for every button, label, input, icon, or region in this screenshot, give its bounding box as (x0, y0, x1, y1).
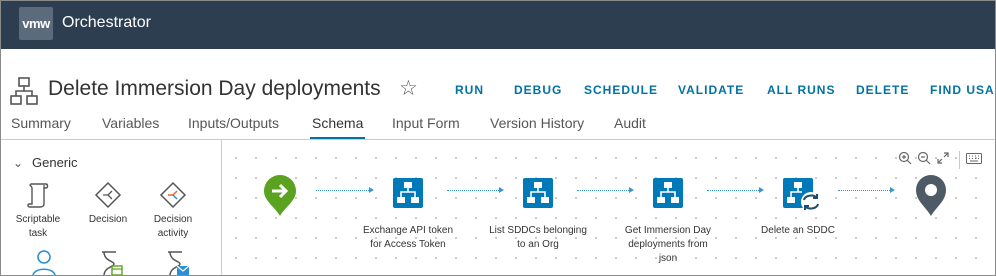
workflow-element-node-exchange-token[interactable] (392, 177, 424, 209)
debug-button[interactable]: DEBUG (514, 83, 562, 97)
start-node[interactable] (263, 175, 297, 217)
palette-item-waiting-timer[interactable] (93, 249, 127, 275)
palette-category-generic[interactable]: Generic (32, 155, 78, 170)
palette-item-decision[interactable]: Decision (85, 181, 131, 227)
all-runs-button[interactable]: ALL RUNS (767, 83, 835, 97)
connector-arrow-icon (369, 187, 374, 193)
tab-variables[interactable]: Variables (102, 115, 159, 131)
tab-version-history[interactable]: Version History (490, 115, 584, 131)
tab-input-form[interactable]: Input Form (392, 115, 460, 131)
favorite-star-icon[interactable]: ☆ (399, 76, 418, 101)
waiting-timer-icon (102, 251, 123, 275)
palette-item-decision-activity[interactable]: Decision activity (150, 181, 196, 241)
connector-line (838, 190, 890, 191)
delete-button[interactable]: DELETE (856, 83, 909, 97)
user-interaction-icon (32, 250, 56, 275)
decision-icon (94, 181, 122, 209)
workflow-element-node-get-deployments[interactable] (652, 177, 684, 209)
waiting-event-icon (168, 251, 190, 275)
workflow-schema-icon (10, 77, 38, 105)
node-label: Exchange API token for Access Token (362, 225, 454, 250)
run-button[interactable]: RUN (455, 83, 484, 97)
vmware-logo[interactable]: vmw (19, 7, 53, 40)
zoom-in-icon[interactable] (898, 151, 912, 165)
find-usages-button[interactable]: FIND USA (930, 83, 995, 97)
connector-line (447, 190, 499, 191)
decision-activity-icon (159, 181, 187, 209)
schedule-button[interactable]: SCHEDULE (584, 83, 658, 97)
palette-item-scriptable-task[interactable]: Scriptable task (15, 181, 61, 241)
palette-item-label: task (28, 228, 48, 239)
node-label: Delete an SDDC (761, 225, 835, 236)
palette-item-waiting-event[interactable] (159, 249, 193, 275)
page-title: Delete Immersion Day deployments (48, 77, 381, 100)
app-title[interactable]: Orchestrator (62, 14, 151, 32)
tab-schema[interactable]: Schema (312, 115, 363, 131)
chevron-down-icon[interactable]: ⌄ (13, 156, 23, 170)
node-label: List SDDCs belonging to an Org (489, 225, 587, 250)
scroll-icon (27, 183, 49, 208)
palette-item-label: Decision (88, 214, 128, 225)
tab-audit[interactable]: Audit (614, 115, 646, 131)
connector-arrow-icon (759, 187, 764, 193)
tab-summary[interactable]: Summary (11, 115, 71, 131)
app-window: vmw Orchestrator Delete Immersion Day de… (0, 0, 996, 276)
connector-line (316, 190, 369, 191)
foreach-element-node-delete-sddc[interactable] (782, 177, 822, 213)
fit-to-screen-icon[interactable] (936, 151, 950, 165)
workflow-element-node-list-sddcs[interactable] (522, 177, 554, 209)
connector-line (577, 190, 629, 191)
connector-arrow-icon (890, 187, 895, 193)
palette-item-label: Decision (153, 214, 193, 225)
end-node[interactable] (915, 175, 947, 217)
zoom-out-icon[interactable] (917, 151, 931, 165)
tab-inputs-outputs[interactable]: Inputs/Outputs (188, 115, 279, 131)
top-navigation-bar: vmw Orchestrator (1, 1, 995, 49)
connector-arrow-icon (629, 187, 634, 193)
node-label: Get Immersion Day deployments from json (624, 225, 712, 264)
connector-arrow-icon (499, 187, 504, 193)
palette-item-label: activity (157, 228, 189, 239)
palette-item-user-interaction[interactable] (27, 248, 61, 275)
connector-line (707, 190, 759, 191)
toolbar-divider (959, 151, 960, 169)
keyboard-icon[interactable] (966, 153, 982, 164)
validate-button[interactable]: VALIDATE (678, 83, 744, 97)
palette-item-label: Scriptable (15, 214, 61, 225)
